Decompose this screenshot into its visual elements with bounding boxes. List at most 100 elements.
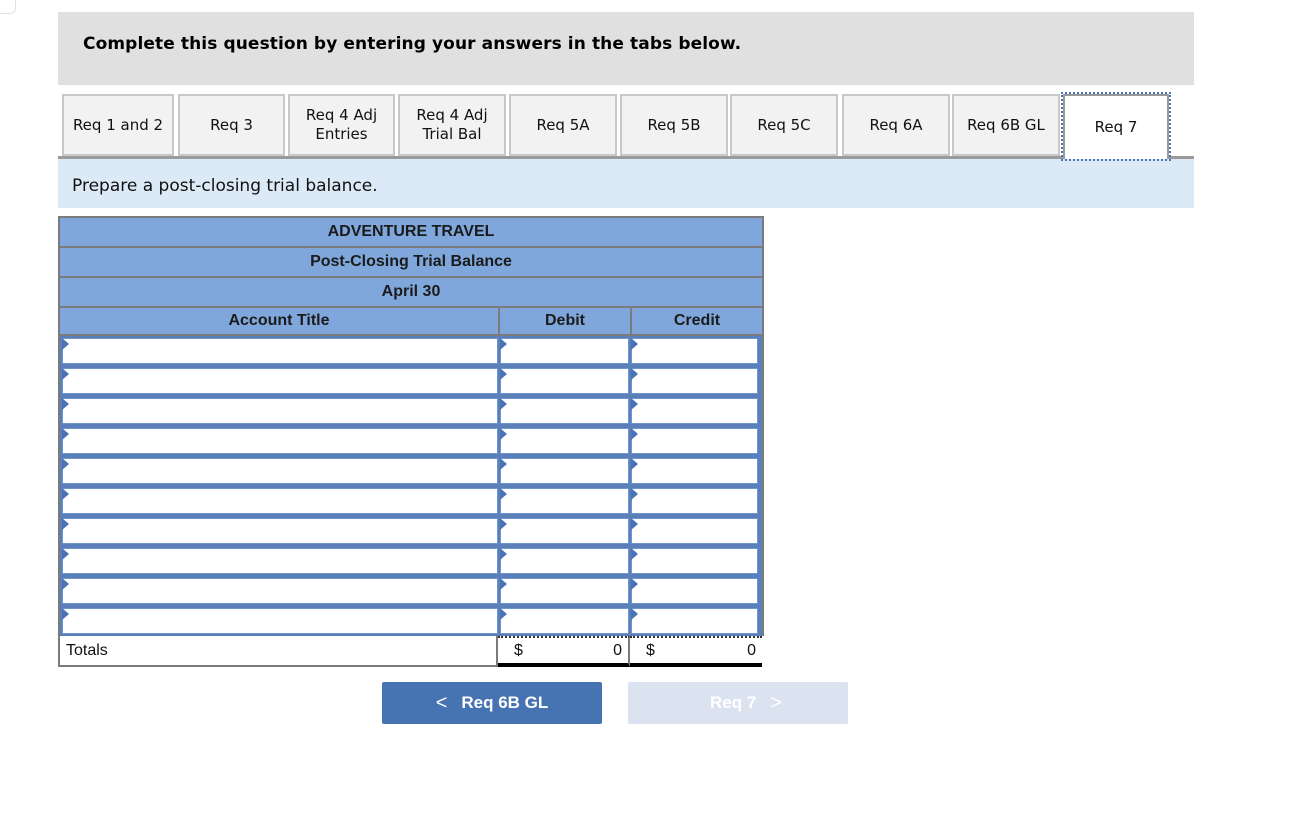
column-header-row: Account Title Debit Credit	[58, 306, 764, 336]
tab-label: Req 4 Adj Entries	[305, 106, 378, 143]
credit-cell	[631, 608, 758, 634]
credit-input[interactable]	[632, 369, 757, 393]
tab-req-3[interactable]: Req 3	[178, 94, 285, 156]
entry-rows	[58, 336, 764, 636]
credit-input[interactable]	[632, 609, 757, 633]
next-button-label: Req 7	[710, 693, 757, 712]
credit-input[interactable]	[632, 579, 757, 603]
credit-input[interactable]	[632, 459, 757, 483]
debit-input[interactable]	[501, 459, 628, 483]
credit-total-value: 0	[747, 641, 756, 659]
table-row	[62, 336, 760, 366]
credit-input[interactable]	[632, 399, 757, 423]
debit-header: Debit	[500, 308, 632, 334]
account-title-input[interactable]	[63, 609, 497, 633]
tab-req-5c[interactable]: Req 5C	[730, 94, 838, 156]
company-name: ADVENTURE TRAVEL	[58, 216, 764, 246]
credit-header: Credit	[673, 312, 721, 329]
dropdown-flag-icon	[62, 398, 69, 410]
debit-input[interactable]	[501, 489, 628, 513]
debit-input[interactable]	[501, 549, 628, 573]
debit-input[interactable]	[501, 399, 628, 423]
dropdown-flag-icon	[500, 338, 507, 350]
tab-label: Req 6B GL	[967, 115, 1045, 134]
dropdown-flag-icon	[62, 608, 69, 620]
debit-input[interactable]	[501, 429, 628, 453]
debit-input[interactable]	[501, 339, 628, 363]
credit-input[interactable]	[632, 429, 757, 453]
table-row	[62, 456, 760, 486]
account-title-cell	[62, 578, 498, 604]
account-title-input[interactable]	[63, 459, 497, 483]
account-title-cell	[62, 548, 498, 574]
tab-label: Req 5A	[536, 115, 590, 134]
credit-input[interactable]	[632, 549, 757, 573]
credit-cell	[631, 368, 758, 394]
instructions-text: Complete this question by entering your …	[83, 34, 742, 54]
debit-input[interactable]	[501, 369, 628, 393]
dropdown-flag-icon	[500, 578, 507, 590]
tab-req-6b-gl[interactable]: Req 6B GL	[952, 94, 1060, 156]
tab-req-4-adj-entries[interactable]: Req 4 Adj Entries	[288, 94, 395, 156]
account-title-input[interactable]	[63, 579, 497, 603]
next-req-7-button[interactable]: Req 7 >	[628, 682, 848, 724]
table-row	[62, 426, 760, 456]
dropdown-flag-icon	[631, 338, 638, 350]
statement-date: April 30	[58, 276, 764, 306]
tab-label: Req 7	[1094, 118, 1138, 136]
dropdown-flag-icon	[500, 488, 507, 500]
debit-input[interactable]	[501, 519, 628, 543]
tab-label: Req 4 Adj Trial Bal	[416, 106, 488, 143]
tab-req-5b[interactable]: Req 5B	[620, 94, 728, 156]
tab-req-7[interactable]: Req 7	[1061, 92, 1171, 161]
tab-req-6a[interactable]: Req 6A	[842, 94, 950, 156]
dropdown-flag-icon	[631, 578, 638, 590]
account-title-input[interactable]	[63, 519, 497, 543]
dropdown-flag-icon	[500, 548, 507, 560]
tab-label: Req 3	[210, 115, 253, 134]
account-title-input[interactable]	[63, 369, 497, 393]
account-title-input[interactable]	[63, 429, 497, 453]
window-corner	[0, 0, 16, 14]
account-title-input[interactable]	[63, 489, 497, 513]
credit-total: $ 0	[630, 636, 762, 667]
account-title-input[interactable]	[63, 399, 497, 423]
tab-label: Req 5B	[647, 115, 701, 134]
debit-input[interactable]	[501, 609, 628, 633]
table-row	[62, 396, 760, 426]
dropdown-flag-icon	[500, 458, 507, 470]
prev-req-6b-gl-button[interactable]: < Req 6B GL	[382, 682, 602, 724]
dropdown-flag-icon	[62, 368, 69, 380]
debit-cell	[500, 338, 629, 364]
dropdown-flag-icon	[62, 488, 69, 500]
account-title-cell	[62, 398, 498, 424]
debit-input[interactable]	[501, 579, 628, 603]
credit-cell	[631, 578, 758, 604]
tab-label: Req 6A	[869, 115, 923, 134]
table-row	[62, 606, 760, 636]
debit-cell	[500, 578, 629, 604]
debit-cell	[500, 488, 629, 514]
debit-cell	[500, 608, 629, 634]
credit-cell	[631, 338, 758, 364]
debit-total: $ 0	[498, 636, 630, 667]
table-row	[62, 546, 760, 576]
tab-req-1-and-2[interactable]: Req 1 and 2	[62, 94, 174, 156]
totals-label: Totals	[58, 636, 498, 667]
debit-cell	[500, 398, 629, 424]
credit-input[interactable]	[632, 339, 757, 363]
credit-input[interactable]	[632, 519, 757, 543]
credit-cell	[631, 428, 758, 454]
tab-req-4-adj-trial-bal[interactable]: Req 4 Adj Trial Bal	[398, 94, 506, 156]
prompt-text: Prepare a post-closing trial balance.	[72, 176, 378, 196]
tab-label: Req 1 and 2	[72, 115, 164, 134]
tab-req-5a[interactable]: Req 5A	[509, 94, 617, 156]
dropdown-flag-icon	[631, 518, 638, 530]
debit-cell	[500, 518, 629, 544]
dropdown-flag-icon	[62, 338, 69, 350]
account-title-input[interactable]	[63, 549, 497, 573]
trial-balance-table: ADVENTURE TRAVEL Post-Closing Trial Bala…	[58, 216, 764, 667]
account-title-input[interactable]	[63, 339, 497, 363]
credit-input[interactable]	[632, 489, 757, 513]
dropdown-flag-icon	[500, 428, 507, 440]
